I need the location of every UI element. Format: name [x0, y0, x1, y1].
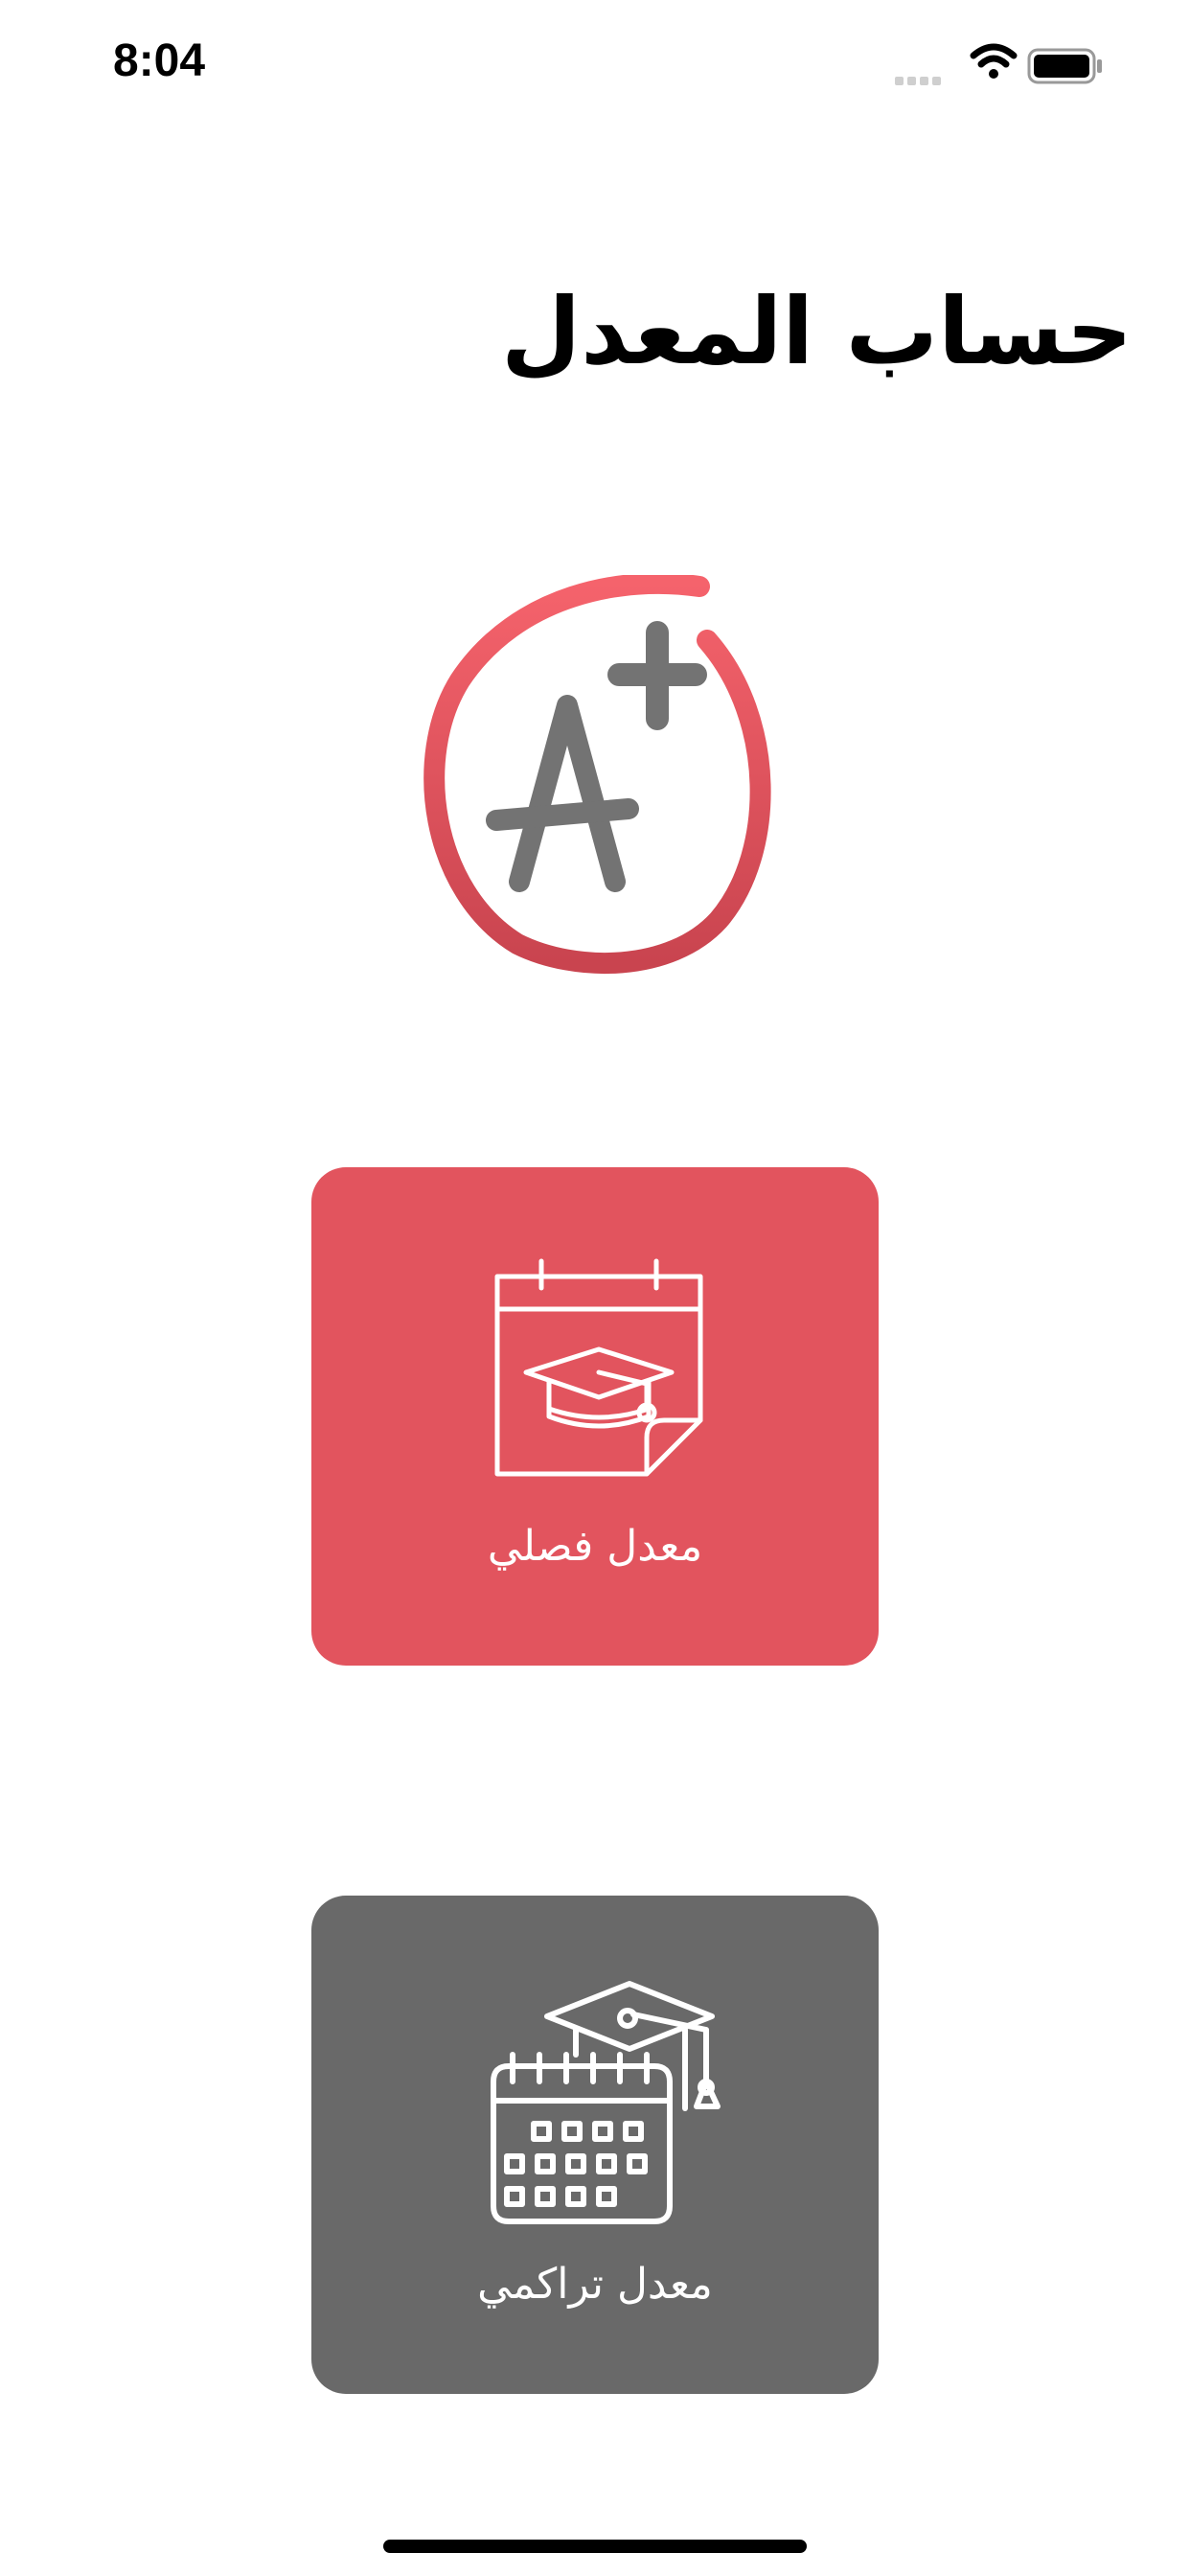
semester-gpa-label: معدل فصلي	[487, 1522, 703, 1571]
cellular-signal-icon	[895, 71, 945, 89]
status-time: 8:04	[113, 35, 206, 86]
cumulative-gpa-label: معدل تراكمي	[477, 2260, 713, 2309]
screen: 8:04 حساب المعدل معدل فصلي معدل تراكمي	[0, 0, 1190, 2576]
home-indicator[interactable]	[383, 2540, 807, 2553]
status-icons	[895, 42, 1134, 88]
wifi-icon	[970, 43, 1018, 79]
cumulative-gpa-button[interactable]: معدل تراكمي	[311, 1896, 879, 2394]
calendar-graduation-cap-icon	[494, 1258, 703, 1477]
calendar-grid-graduation-cap-icon	[491, 1981, 721, 2224]
battery-icon	[1027, 48, 1102, 84]
a-plus-grade-icon	[423, 575, 771, 975]
page-title: حساب المعدل	[500, 278, 1133, 385]
semester-gpa-button[interactable]: معدل فصلي	[311, 1167, 879, 1666]
